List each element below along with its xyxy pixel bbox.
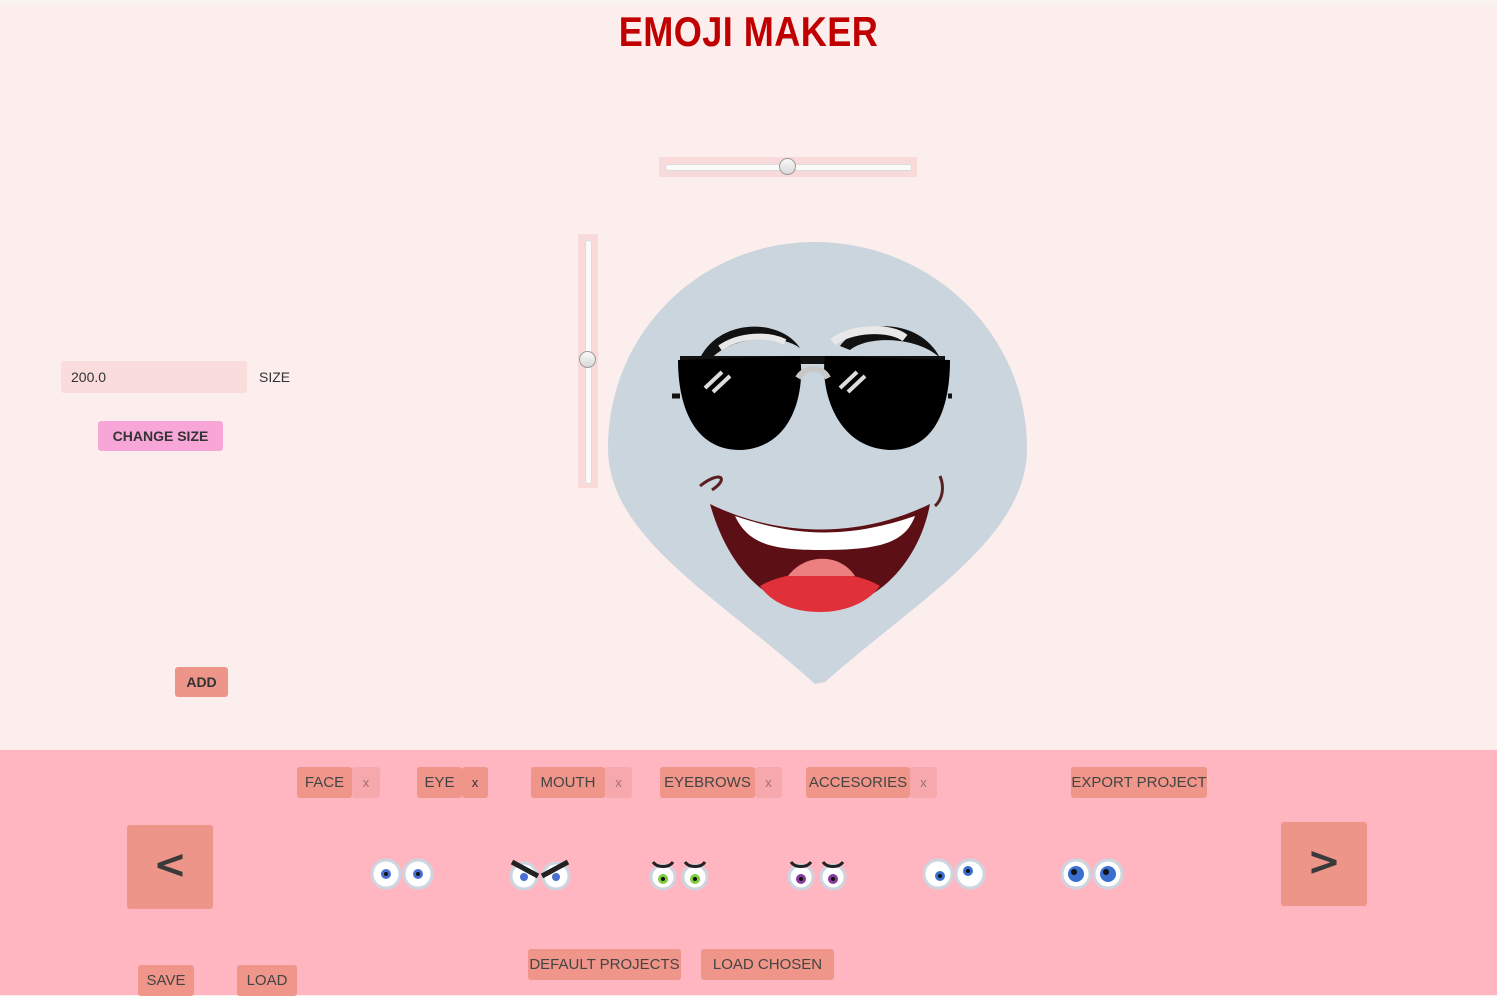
change-size-button[interactable]: CHANGE SIZE [98,421,223,451]
add-button[interactable]: ADD [175,667,228,697]
tab-face[interactable]: FACE [297,767,352,798]
eyes-blue-round-icon[interactable] [368,852,438,896]
vertical-slider-thumb[interactable] [579,351,596,368]
load-chosen-button[interactable]: LOAD CHOSEN [701,949,834,980]
export-project-button[interactable]: EXPORT PROJECT [1071,767,1207,798]
size-input[interactable] [61,361,247,393]
load-button[interactable]: LOAD [237,965,297,996]
eyes-green-lashes-icon[interactable] [645,852,715,896]
save-button[interactable]: SAVE [138,965,194,996]
tab-face-close[interactable]: x [352,767,380,798]
eyes-purple-lashes-icon[interactable] [783,852,853,896]
face-shape [608,242,1027,684]
eyes-large-blue-icon[interactable] [1058,852,1128,896]
tab-eyebrows[interactable]: EYEBROWS [660,767,755,798]
horizontal-position-slider[interactable] [659,157,917,177]
emoji-canvas [608,242,1027,684]
eyes-angry-icon[interactable] [506,852,576,896]
default-projects-button[interactable]: DEFAULT PROJECTS [528,949,681,980]
top-strip [0,0,1497,6]
prev-button[interactable]: < [127,825,213,909]
tab-eye-close[interactable]: x [462,767,488,798]
next-button[interactable]: > [1281,822,1367,906]
size-label: SIZE [259,369,291,385]
tab-accesories[interactable]: ACCESORIES [806,767,910,798]
tab-eye[interactable]: EYE [417,767,462,798]
app-title: EMOJI MAKER [618,8,879,55]
tab-accesories-close[interactable]: x [910,767,937,798]
eyes-blue-side-icon[interactable] [920,852,990,896]
horizontal-slider-thumb[interactable] [779,158,796,175]
tab-mouth-close[interactable]: x [605,767,632,798]
vertical-position-slider[interactable] [578,234,598,488]
tab-mouth[interactable]: MOUTH [531,767,605,798]
tab-eyebrows-close[interactable]: x [755,767,782,798]
